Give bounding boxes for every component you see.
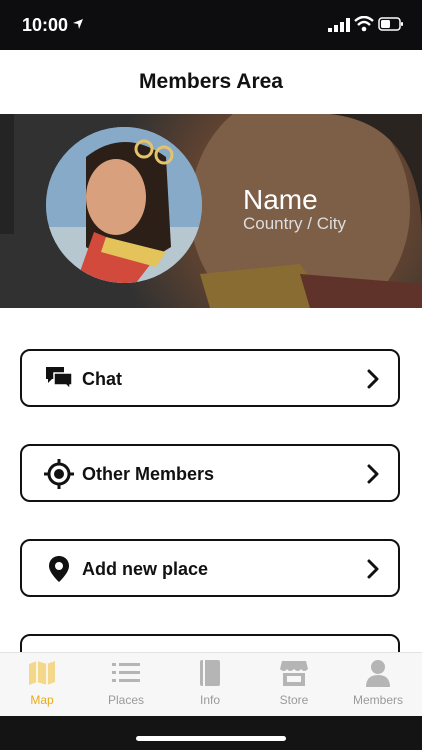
tab-map[interactable]: Map bbox=[0, 653, 84, 717]
other-members-button[interactable]: Other Members bbox=[20, 444, 400, 502]
tab-members[interactable]: Members bbox=[336, 653, 420, 717]
profile-name: Name bbox=[243, 184, 318, 215]
status-time: 10:00 bbox=[22, 15, 69, 35]
avatar-photo bbox=[46, 127, 202, 283]
chat-button[interactable]: Chat bbox=[20, 349, 400, 407]
map-icon bbox=[29, 661, 55, 685]
tab-label: Map bbox=[30, 693, 54, 707]
avatar[interactable] bbox=[46, 127, 202, 283]
menu-item-label: Other Members bbox=[82, 464, 215, 484]
location-arrow-icon bbox=[73, 19, 83, 29]
profile-banner: Name Country / City bbox=[0, 114, 422, 308]
wifi-icon bbox=[354, 16, 374, 32]
person-icon bbox=[366, 660, 390, 687]
page-title: Members Area bbox=[139, 70, 283, 93]
partial-menu-button[interactable] bbox=[20, 634, 400, 652]
chevron-right-icon bbox=[367, 559, 379, 579]
signal-icon bbox=[328, 18, 350, 32]
list-icon bbox=[112, 663, 140, 682]
chevron-right-icon bbox=[367, 369, 379, 389]
tab-store[interactable]: Store bbox=[252, 653, 336, 717]
target-icon bbox=[44, 459, 74, 489]
book-icon bbox=[200, 660, 220, 686]
store-icon bbox=[280, 661, 308, 686]
add-new-place-button[interactable]: Add new place bbox=[20, 539, 400, 597]
home-indicator-area bbox=[0, 716, 422, 750]
menu-item-label: Chat bbox=[82, 369, 122, 389]
battery-icon bbox=[378, 17, 403, 31]
profile-location: Country / City bbox=[243, 214, 346, 233]
tab-info[interactable]: Info bbox=[168, 653, 252, 717]
menu-item-label: Add new place bbox=[82, 559, 209, 579]
navigation-header: Members Area bbox=[0, 50, 422, 114]
tab-label: Places bbox=[107, 693, 145, 707]
tab-label: Store bbox=[279, 693, 309, 707]
map-pin-icon bbox=[49, 556, 69, 582]
chevron-right-icon bbox=[367, 464, 379, 484]
tab-label: Members bbox=[352, 693, 403, 707]
chat-icon bbox=[46, 367, 73, 391]
tab-places[interactable]: Places bbox=[84, 653, 168, 717]
menu-list: Chat Other Members Add new place bbox=[0, 308, 422, 652]
tab-label: Info bbox=[199, 693, 220, 707]
home-indicator[interactable] bbox=[136, 736, 286, 741]
tab-bar: Map Places Info Store Members bbox=[0, 652, 422, 717]
status-bar: 10:00 bbox=[0, 0, 422, 50]
